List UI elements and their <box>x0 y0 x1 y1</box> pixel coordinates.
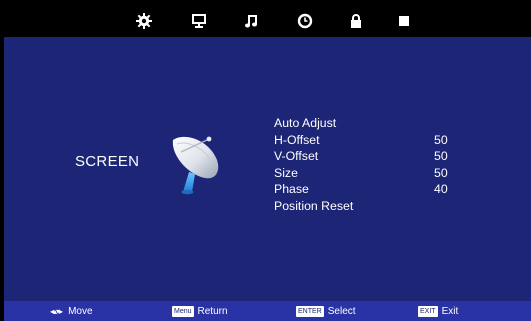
tab-time[interactable] <box>296 12 314 30</box>
hint-exit: EXIT Exit <box>418 305 458 318</box>
menu-item-value: 50 <box>434 165 448 180</box>
music-icon <box>245 15 257 28</box>
tv-screen: SCREEN Auto Adjust H-Offset 50 V-Offset … <box>0 0 531 321</box>
hint-move: ◂▴▾▸ Move <box>50 305 93 318</box>
menu-item-phase[interactable]: Phase 40 <box>274 181 464 198</box>
menu-item-label: H-Offset <box>274 132 320 147</box>
footer-hint-bar: ◂▴▾▸ Move Menu Return ENTER Select EXIT … <box>4 301 531 321</box>
tab-picture[interactable] <box>135 12 153 30</box>
menu-item-h-offset[interactable]: H-Offset 50 <box>274 132 464 149</box>
monitor-icon <box>192 14 206 28</box>
exit-key-icon: EXIT <box>418 306 438 317</box>
screen-menu: Auto Adjust H-Offset 50 V-Offset 50 Size… <box>274 115 464 214</box>
hint-exit-label: Exit <box>441 306 459 317</box>
osd-panel: SCREEN Auto Adjust H-Offset 50 V-Offset … <box>4 5 531 321</box>
clock-icon <box>297 13 313 29</box>
hint-move-label: Move <box>68 306 93 317</box>
hint-return: Menu Return <box>172 305 228 318</box>
menu-tab-bar <box>4 5 531 37</box>
hint-select-label: Select <box>327 306 356 317</box>
tab-sound[interactable] <box>243 12 261 30</box>
menu-item-value: 40 <box>434 182 448 196</box>
satellite-dish-icon <box>172 136 219 195</box>
menu-item-label: Size <box>274 165 298 180</box>
enter-key-icon: ENTER <box>296 306 324 317</box>
tab-setup[interactable] <box>395 12 413 30</box>
menu-item-label: Phase <box>274 182 309 196</box>
dpad-icon: ◂▴▾▸ <box>50 307 63 316</box>
menu-item-value: 50 <box>434 149 448 163</box>
menu-item-label: Position Reset <box>274 198 354 213</box>
tab-screen[interactable] <box>190 12 208 30</box>
hint-select: ENTER Select <box>296 305 356 318</box>
menu-item-label: Auto Adjust <box>274 116 337 130</box>
category-title: SCREEN <box>75 153 140 170</box>
square-icon <box>399 16 409 26</box>
hint-return-label: Return <box>197 306 228 317</box>
menu-item-position-reset[interactable]: Position Reset <box>274 198 464 215</box>
tab-lock[interactable] <box>347 12 365 30</box>
lock-icon <box>351 14 361 28</box>
menu-item-v-offset[interactable]: V-Offset 50 <box>274 148 464 165</box>
gear-icon <box>136 13 152 29</box>
menu-item-size[interactable]: Size 50 <box>274 165 464 182</box>
menu-item-value: 50 <box>434 132 448 147</box>
menu-item-auto-adjust[interactable]: Auto Adjust <box>274 115 464 132</box>
menu-item-label: V-Offset <box>274 149 319 163</box>
menu-key-icon: Menu <box>172 306 194 317</box>
